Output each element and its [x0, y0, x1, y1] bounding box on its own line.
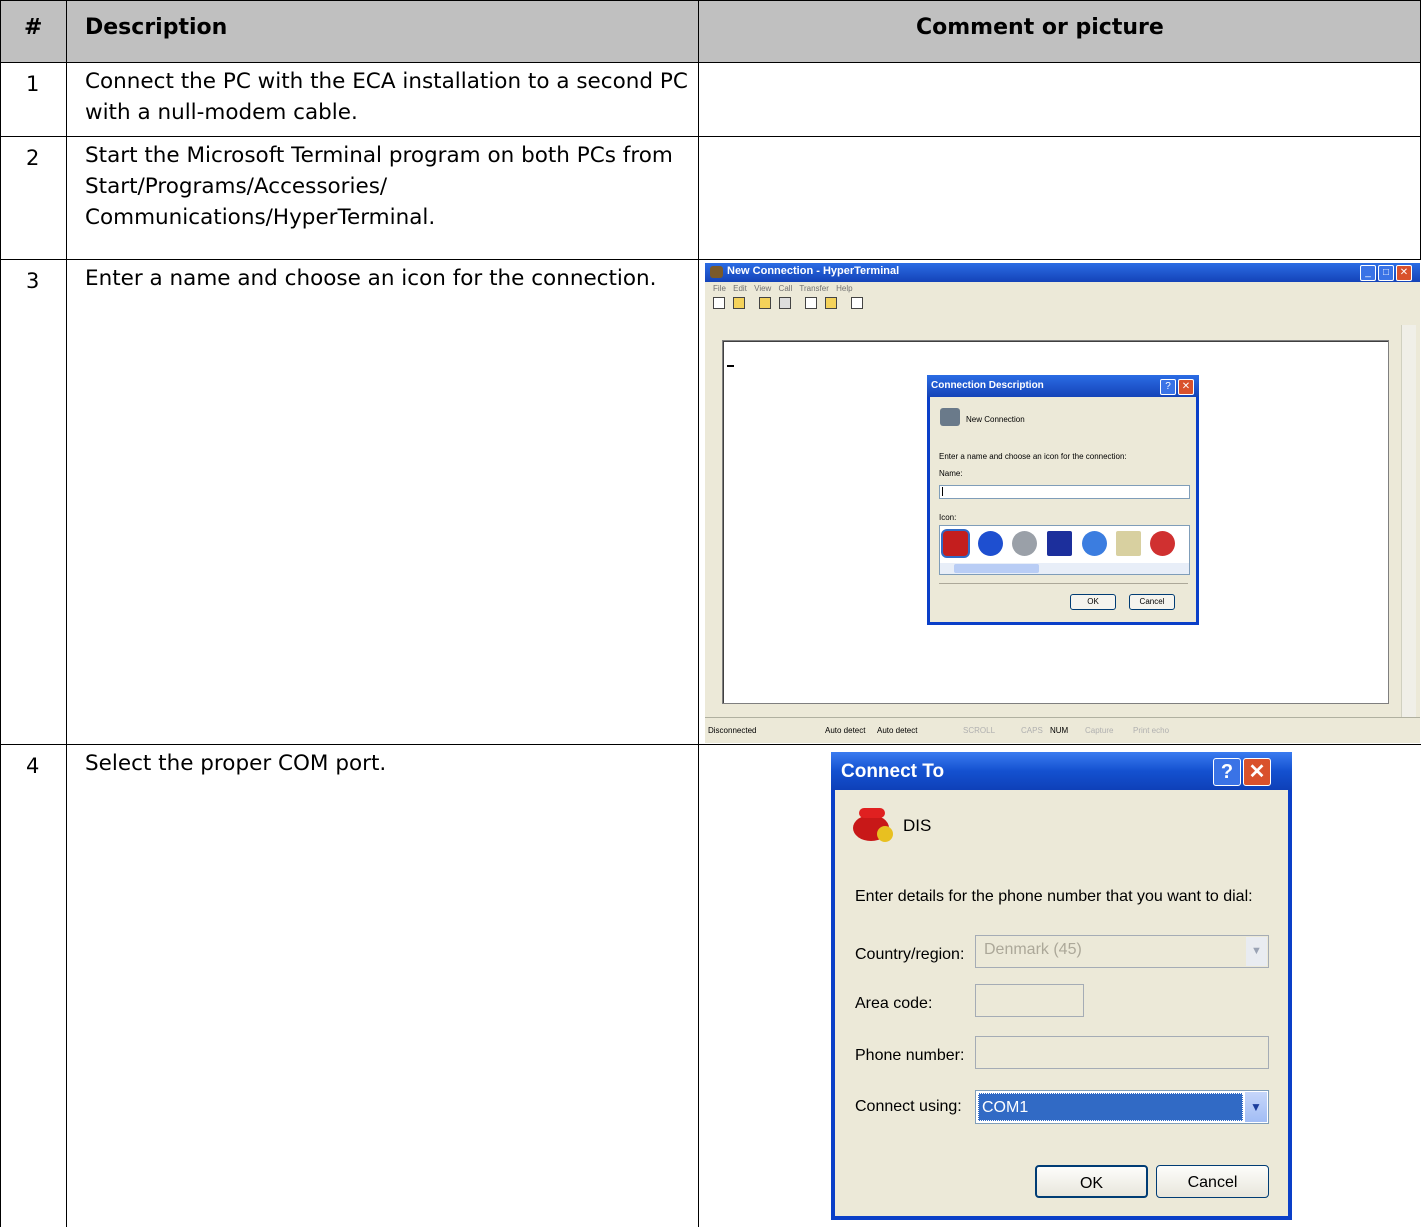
- dialog-title: Connection Description: [931, 380, 1044, 391]
- connect-using-value: COM1: [978, 1093, 1243, 1121]
- connect-icon[interactable]: [759, 297, 772, 309]
- close-icon[interactable]: ✕: [1243, 758, 1271, 786]
- hyperterminal-icon: [710, 266, 723, 278]
- row-description: Enter a name and choose an icon for the …: [85, 266, 657, 291]
- hyperterminal-window: New Connection - HyperTerminal _ □ ✕ Fil…: [705, 263, 1420, 743]
- maximize-icon[interactable]: □: [1378, 265, 1394, 281]
- phone-number-label: Phone number:: [855, 1047, 965, 1064]
- globe-blue-icon[interactable]: [978, 531, 1003, 556]
- icon-label: Icon:: [939, 513, 957, 522]
- text-cursor: [727, 365, 734, 367]
- chevron-down-icon[interactable]: ▼: [1246, 937, 1267, 966]
- help-icon[interactable]: ?: [1213, 758, 1241, 786]
- area-code-field[interactable]: [975, 984, 1084, 1017]
- status-capture: Capture: [1085, 726, 1114, 735]
- connect-using-label: Connect using:: [855, 1098, 962, 1115]
- phone-red-icon[interactable]: [943, 531, 968, 556]
- connect-using-select[interactable]: COM1 ▼: [975, 1090, 1269, 1124]
- globe-icon[interactable]: [1082, 531, 1107, 556]
- status-detect: Auto detect: [825, 726, 866, 735]
- status-caps: CAPS: [1021, 726, 1043, 735]
- pin-icon[interactable]: [1150, 531, 1175, 556]
- doc-icon[interactable]: [1116, 531, 1141, 556]
- connection-name: New Connection: [966, 415, 1025, 424]
- toolbar: [713, 297, 866, 312]
- status-printecho: Print echo: [1133, 726, 1170, 735]
- header-comment: Comment or picture: [916, 15, 1164, 40]
- header-num: #: [24, 15, 43, 40]
- receive-icon[interactable]: [825, 297, 838, 309]
- cancel-button[interactable]: Cancel: [1156, 1165, 1269, 1198]
- phone-icon: [853, 808, 893, 842]
- open-icon[interactable]: [733, 297, 746, 309]
- status-scroll: SCROLL: [963, 726, 996, 735]
- row-number: 3: [26, 269, 40, 293]
- ok-button[interactable]: OK: [1035, 1165, 1148, 1198]
- row-number: 1: [26, 72, 40, 96]
- new-icon[interactable]: [713, 297, 725, 309]
- help-icon[interactable]: ?: [1160, 379, 1176, 395]
- vertical-scrollbar[interactable]: [1401, 325, 1416, 717]
- name-input[interactable]: [939, 485, 1190, 499]
- row-description: Start the Microsoft Terminal program on …: [85, 143, 673, 230]
- status-connection: Disconnected: [708, 726, 757, 735]
- dialog-prompt: Enter a name and choose an icon for the …: [939, 452, 1127, 461]
- disconnect-icon[interactable]: [779, 297, 792, 309]
- send-icon[interactable]: [805, 297, 818, 309]
- connection-name: DIS: [903, 816, 932, 835]
- header-description: Description: [85, 15, 228, 40]
- row-number: 2: [26, 146, 40, 170]
- properties-icon[interactable]: [851, 297, 864, 309]
- window-title: New Connection - HyperTerminal: [727, 265, 900, 277]
- country-select[interactable]: Denmark (45) ▼: [975, 935, 1269, 968]
- area-code-label: Area code:: [855, 995, 933, 1012]
- icon-picker[interactable]: [939, 525, 1190, 575]
- scroll-thumb[interactable]: [954, 564, 1039, 573]
- chevron-down-icon[interactable]: ▼: [1245, 1092, 1267, 1122]
- connection-icon: [940, 408, 960, 426]
- status-detect: Auto detect: [877, 726, 918, 735]
- country-value: Denmark (45): [984, 941, 1082, 958]
- menu-bar[interactable]: File Edit View Call Transfer Help: [713, 284, 853, 293]
- mci-icon[interactable]: [1047, 531, 1072, 556]
- dialog-titlebar: Connection Description ? ✕: [927, 375, 1199, 397]
- close-icon[interactable]: ✕: [1396, 265, 1412, 281]
- minimize-icon[interactable]: _: [1360, 265, 1376, 281]
- dialog-prompt: Enter details for the phone number that …: [855, 888, 1253, 905]
- window-titlebar: New Connection - HyperTerminal _ □ ✕: [705, 263, 1420, 282]
- cancel-button[interactable]: Cancel: [1129, 594, 1175, 610]
- row-description: Connect the PC with the ECA installation…: [85, 69, 688, 125]
- phone-gray-icon[interactable]: [1012, 531, 1037, 556]
- dialog-title: Connect To: [841, 761, 945, 782]
- name-label: Name:: [939, 469, 963, 478]
- icon-scrollbar[interactable]: [940, 563, 1189, 574]
- dialog-titlebar: Connect To ? ✕: [831, 752, 1292, 790]
- country-label: Country/region:: [855, 946, 965, 963]
- row-description: Select the proper COM port.: [85, 751, 387, 776]
- phone-number-field[interactable]: [975, 1036, 1269, 1069]
- row-number: 4: [26, 754, 40, 778]
- status-bar: Disconnected Auto detect Auto detect SCR…: [705, 717, 1420, 743]
- connect-to-dialog: Connect To ? ✕ DIS Enter details for the…: [831, 752, 1292, 1220]
- status-num: NUM: [1050, 726, 1069, 735]
- connection-description-dialog: Connection Description ? ✕ New Connectio…: [927, 375, 1199, 625]
- ok-button[interactable]: OK: [1070, 594, 1116, 610]
- close-icon[interactable]: ✕: [1178, 379, 1194, 395]
